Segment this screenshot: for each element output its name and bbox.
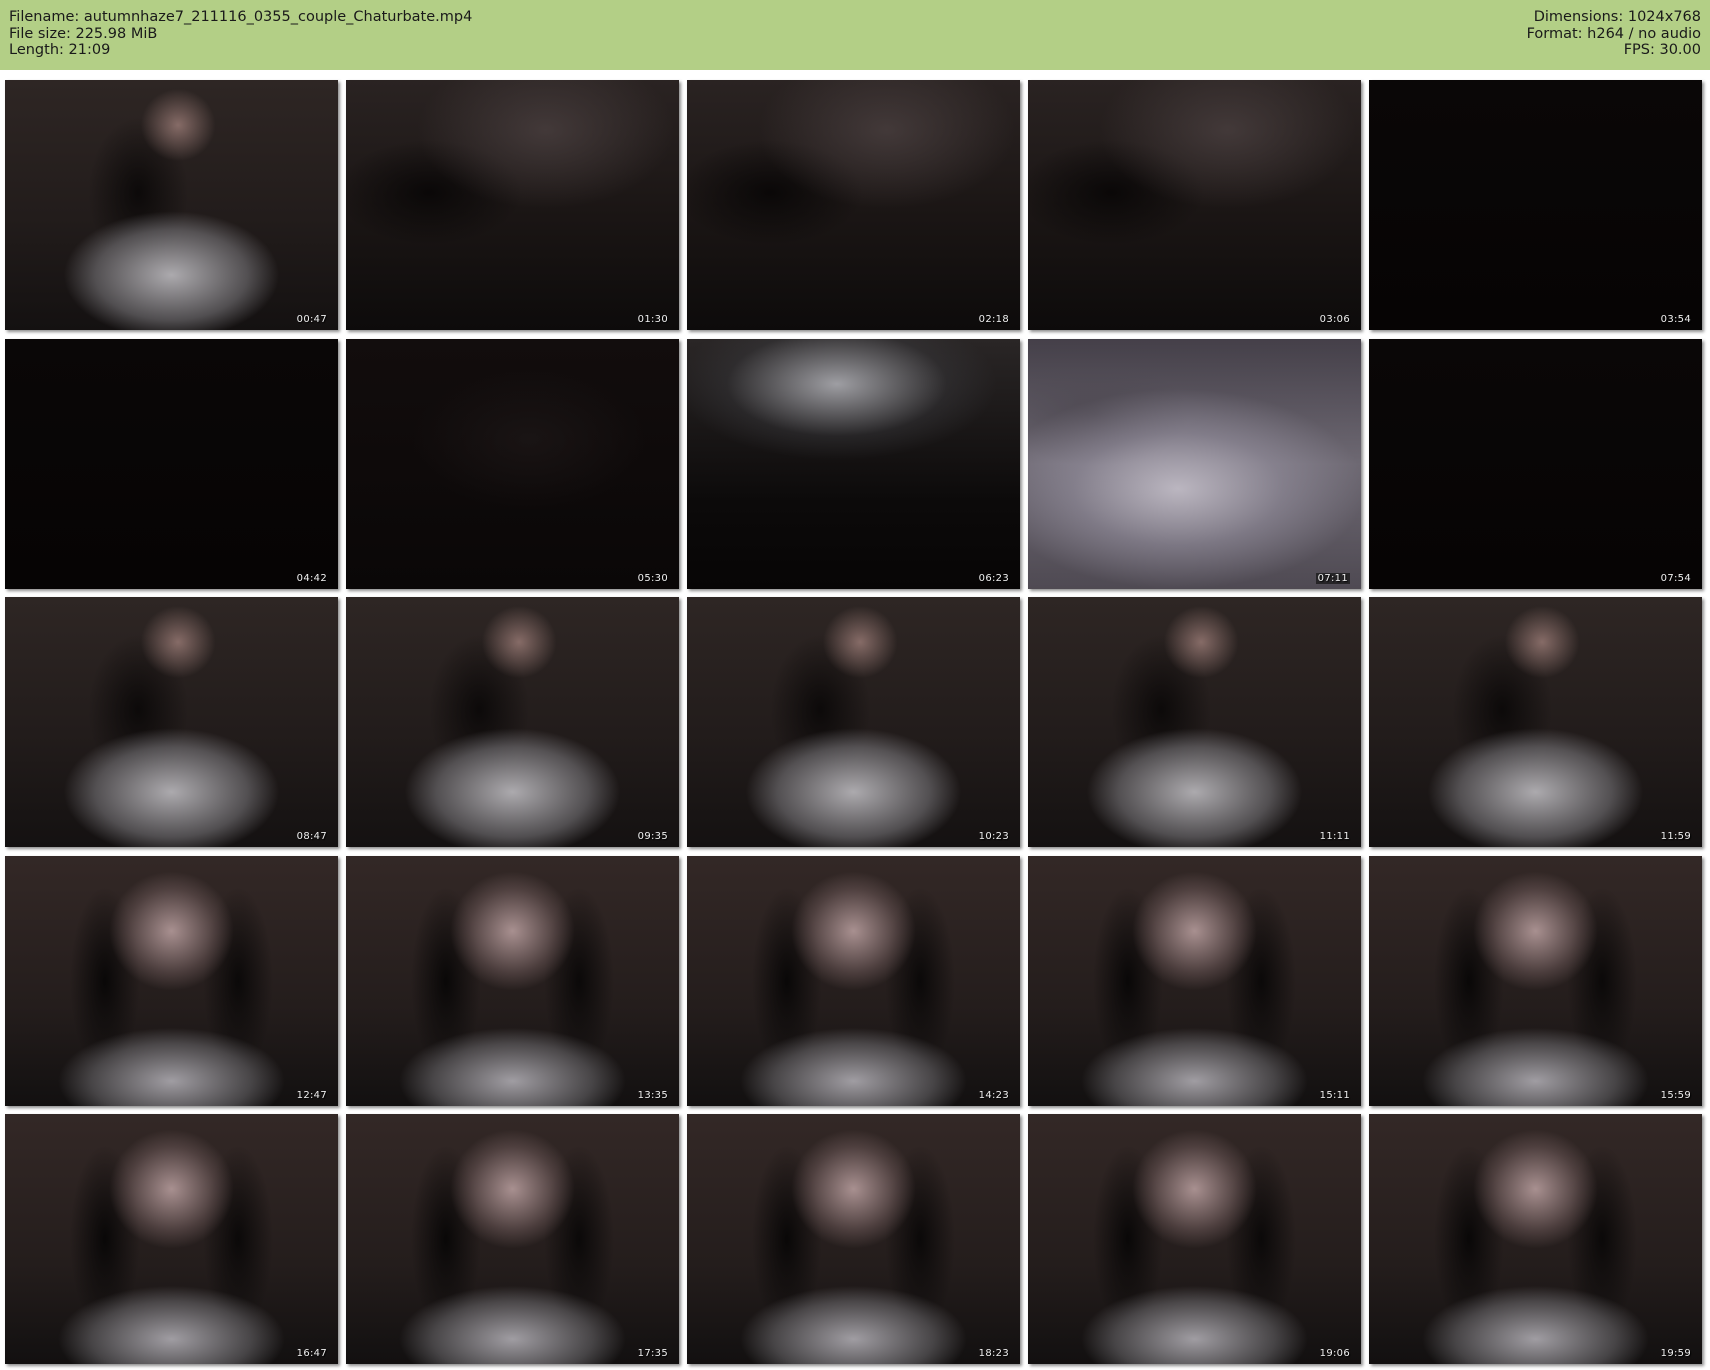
timestamp: 11:59 — [1660, 831, 1691, 842]
thumbnail[interactable]: 11:59 — [1369, 597, 1702, 847]
timestamp: 15:11 — [1319, 1089, 1350, 1101]
filesize-text: File size: 225.98 MiB — [9, 25, 158, 42]
filename-text: Filename: autumnhaze7_211116_0355_couple… — [9, 9, 473, 25]
timestamp: 12:47 — [296, 1089, 327, 1101]
timestamp: 07:11 — [1315, 572, 1350, 584]
timestamp: 16:47 — [296, 1348, 327, 1359]
thumbnail[interactable]: 01:30 — [346, 80, 679, 330]
timestamp: 19:59 — [1660, 1348, 1691, 1359]
thumbnail[interactable]: 09:35 — [346, 597, 679, 847]
timestamp: 13:35 — [637, 1089, 668, 1101]
thumbnail[interactable]: 15:59 — [1369, 855, 1702, 1106]
thumbnail[interactable]: 19:06 — [1028, 1114, 1361, 1364]
thumbnail[interactable]: 18:23 — [687, 1114, 1020, 1364]
timestamp: 11:11 — [1319, 831, 1350, 842]
thumbnail[interactable]: 13:35 — [346, 855, 679, 1106]
timestamp: 01:30 — [637, 314, 668, 325]
timestamp: 17:35 — [637, 1348, 668, 1359]
fps-text: FPS: 30.00 — [1623, 42, 1701, 58]
timestamp: 06:23 — [978, 572, 1009, 584]
thumbnail[interactable]: 08:47 — [5, 597, 338, 847]
timestamp: 18:23 — [978, 1348, 1009, 1359]
timestamp: 03:54 — [1660, 314, 1691, 325]
thumbnail[interactable]: 16:47 — [5, 1114, 338, 1364]
thumbnail[interactable]: 05:30 — [346, 338, 679, 589]
thumbnail[interactable]: 04:42 — [5, 338, 338, 589]
thumbnail[interactable]: 06:23 — [687, 338, 1020, 589]
thumbnail[interactable]: 00:47 — [5, 80, 338, 330]
timestamp: 15:59 — [1660, 1089, 1691, 1101]
thumbnail[interactable]: 07:11 — [1028, 338, 1361, 589]
timestamp: 10:23 — [978, 831, 1009, 842]
timestamp: 00:47 — [296, 314, 327, 325]
timestamp: 08:47 — [296, 831, 327, 842]
timestamp: 14:23 — [978, 1089, 1009, 1101]
timestamp: 19:06 — [1319, 1348, 1350, 1359]
thumbnail[interactable]: 10:23 — [687, 597, 1020, 847]
thumbnail[interactable]: 07:54 — [1369, 338, 1702, 589]
thumbnail[interactable]: 17:35 — [346, 1114, 679, 1364]
stream-info: Dimensions: 1024x768 Format: h264 / no a… — [1527, 9, 1701, 59]
file-info: Filename: autumnhaze7_211116_0355_couple… — [9, 9, 472, 59]
length-text: Length: 21:09 — [9, 42, 111, 58]
timestamp: 05:30 — [637, 572, 668, 584]
format-text: Format: h264 / no audio — [1526, 25, 1701, 42]
timestamp: 02:18 — [978, 314, 1009, 325]
thumbnail[interactable]: 11:11 — [1028, 597, 1361, 847]
dimensions-text: Dimensions: 1024x768 — [1533, 9, 1701, 25]
timestamp: 04:42 — [296, 572, 327, 584]
thumbnail[interactable]: 19:59 — [1369, 1114, 1702, 1364]
timestamp: 03:06 — [1319, 314, 1350, 325]
thumbnail[interactable]: 03:54 — [1369, 80, 1702, 330]
thumbnail[interactable]: 12:47 — [5, 855, 338, 1106]
timestamp: 09:35 — [637, 831, 668, 842]
info-header: Filename: autumnhaze7_211116_0355_couple… — [0, 0, 1710, 70]
thumbnail[interactable]: 02:18 — [687, 80, 1020, 330]
thumbnail[interactable]: 15:11 — [1028, 855, 1361, 1106]
thumbnail[interactable]: 03:06 — [1028, 80, 1361, 330]
timestamp: 07:54 — [1660, 572, 1691, 584]
thumbnail-grid: 00:47 01:30 02:18 03:06 03:54 04:42 05:3… — [5, 80, 1705, 1365]
thumbnail[interactable]: 14:23 — [687, 855, 1020, 1106]
